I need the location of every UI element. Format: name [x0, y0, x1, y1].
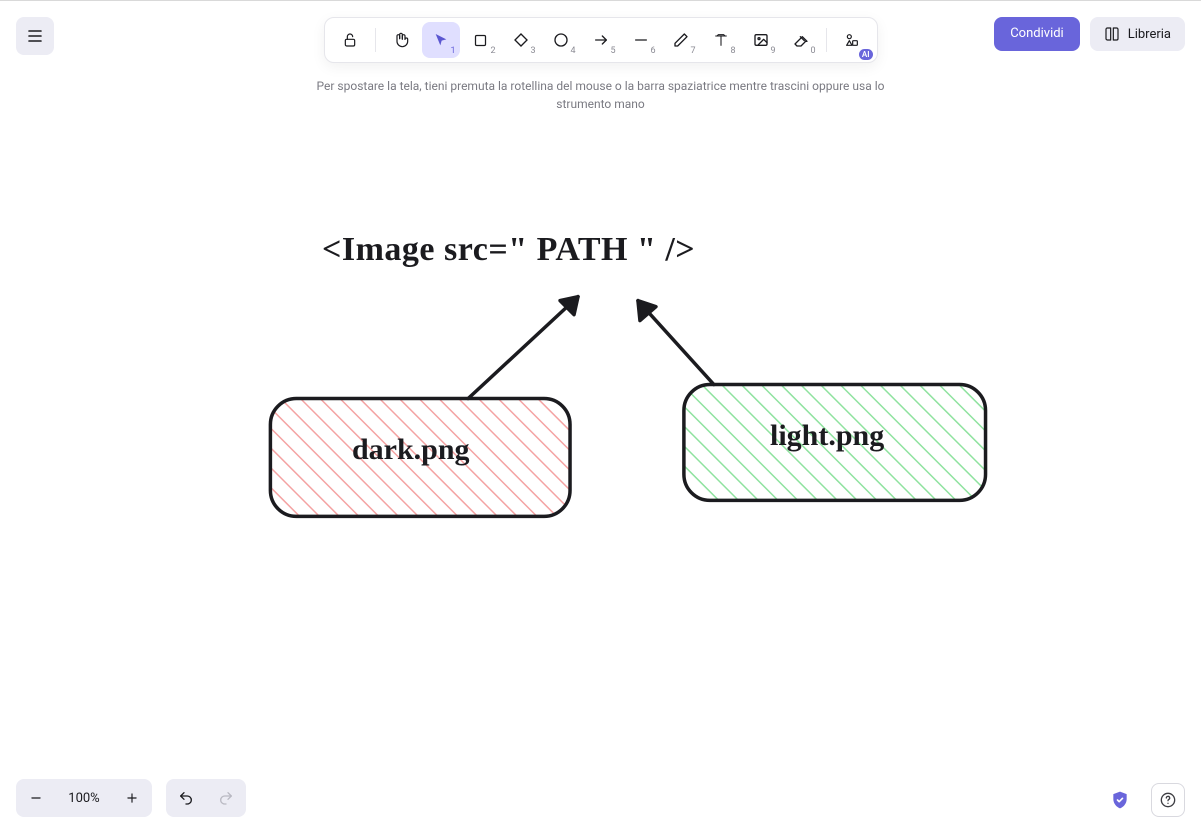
- ai-badge: AI: [859, 49, 873, 60]
- tool-key: 4: [570, 46, 575, 56]
- tool-diamond[interactable]: 3: [502, 22, 540, 58]
- history-controls: [166, 779, 246, 817]
- diagram-svg: [0, 1, 1201, 833]
- tool-key: 6: [650, 46, 655, 56]
- text-icon: [713, 32, 729, 48]
- tool-line[interactable]: 6: [622, 22, 660, 58]
- canvas[interactable]: <Image src=" PATH " /> dark.png light.pn…: [0, 1, 1201, 833]
- tool-key: 7: [690, 46, 695, 56]
- redo-button[interactable]: [206, 779, 246, 817]
- diagram-box-light-label[interactable]: light.png: [770, 419, 884, 453]
- minus-icon: [29, 791, 43, 805]
- diagram-arrow-dark[interactable]: [468, 297, 578, 399]
- image-icon: [753, 32, 769, 48]
- shield-check-icon: [1110, 790, 1130, 810]
- hand-icon: [393, 32, 409, 48]
- undo-icon: [178, 790, 194, 806]
- tool-select[interactable]: 1: [422, 22, 460, 58]
- arrow-right-icon: [593, 32, 609, 48]
- diagram-box-light[interactable]: [684, 385, 986, 501]
- tool-arrow[interactable]: 5: [582, 22, 620, 58]
- tool-key: 8: [730, 46, 735, 56]
- hamburger-icon: [27, 28, 43, 44]
- toolbar-divider: [375, 28, 376, 52]
- tool-hand[interactable]: [382, 22, 420, 58]
- shapes-icon: [844, 32, 860, 48]
- cursor-icon: [433, 32, 449, 48]
- question-icon: [1160, 792, 1176, 808]
- circle-icon: [553, 32, 569, 48]
- tool-key: 0: [810, 46, 815, 56]
- diagram-header-text[interactable]: <Image src=" PATH " />: [322, 231, 695, 269]
- canvas-hint-text: Per spostare la tela, tieni premuta la r…: [301, 77, 901, 113]
- tool-lock[interactable]: [331, 22, 369, 58]
- share-button[interactable]: Condividi: [994, 17, 1080, 51]
- plus-icon: [125, 791, 139, 805]
- diagram-box-dark[interactable]: [270, 399, 570, 517]
- library-button[interactable]: Libreria: [1090, 17, 1185, 51]
- redo-icon: [218, 790, 234, 806]
- tool-text[interactable]: 8: [702, 22, 740, 58]
- undo-button[interactable]: [166, 779, 206, 817]
- bottom-right-controls: [1103, 783, 1185, 817]
- status-shield-button[interactable]: [1103, 783, 1137, 817]
- tool-eraser[interactable]: 0: [782, 22, 820, 58]
- zoom-out-button[interactable]: [16, 779, 56, 817]
- pencil-icon: [673, 32, 689, 48]
- diagram-arrow-light[interactable]: [638, 301, 714, 385]
- diamond-icon: [513, 32, 529, 48]
- eraser-icon: [793, 32, 809, 48]
- tool-key: 1: [450, 46, 455, 56]
- tool-key: 2: [490, 46, 495, 56]
- toolbar-divider: [826, 28, 827, 52]
- square-icon: [473, 33, 488, 48]
- lock-open-icon: [342, 32, 358, 48]
- tool-image[interactable]: 9: [742, 22, 780, 58]
- tool-draw[interactable]: 7: [662, 22, 700, 58]
- line-icon: [633, 32, 649, 48]
- zoom-in-button[interactable]: [112, 779, 152, 817]
- toolbar: 1 2 3 4 5 6 7: [324, 17, 878, 63]
- tool-more[interactable]: AI: [833, 22, 871, 58]
- help-button[interactable]: [1151, 783, 1185, 817]
- book-icon: [1104, 26, 1120, 42]
- library-label: Libreria: [1128, 27, 1171, 42]
- bottom-left-controls: 100%: [16, 779, 246, 817]
- tool-ellipse[interactable]: 4: [542, 22, 580, 58]
- tool-key: 3: [530, 46, 535, 56]
- top-right-controls: Condividi Libreria: [994, 17, 1185, 51]
- tool-rectangle[interactable]: 2: [462, 22, 500, 58]
- diagram-box-dark-label[interactable]: dark.png: [352, 433, 470, 467]
- zoom-level[interactable]: 100%: [56, 791, 112, 806]
- zoom-controls: 100%: [16, 779, 152, 817]
- tool-key: 5: [610, 46, 615, 56]
- tool-key: 9: [770, 46, 775, 56]
- main-menu-button[interactable]: [16, 17, 54, 55]
